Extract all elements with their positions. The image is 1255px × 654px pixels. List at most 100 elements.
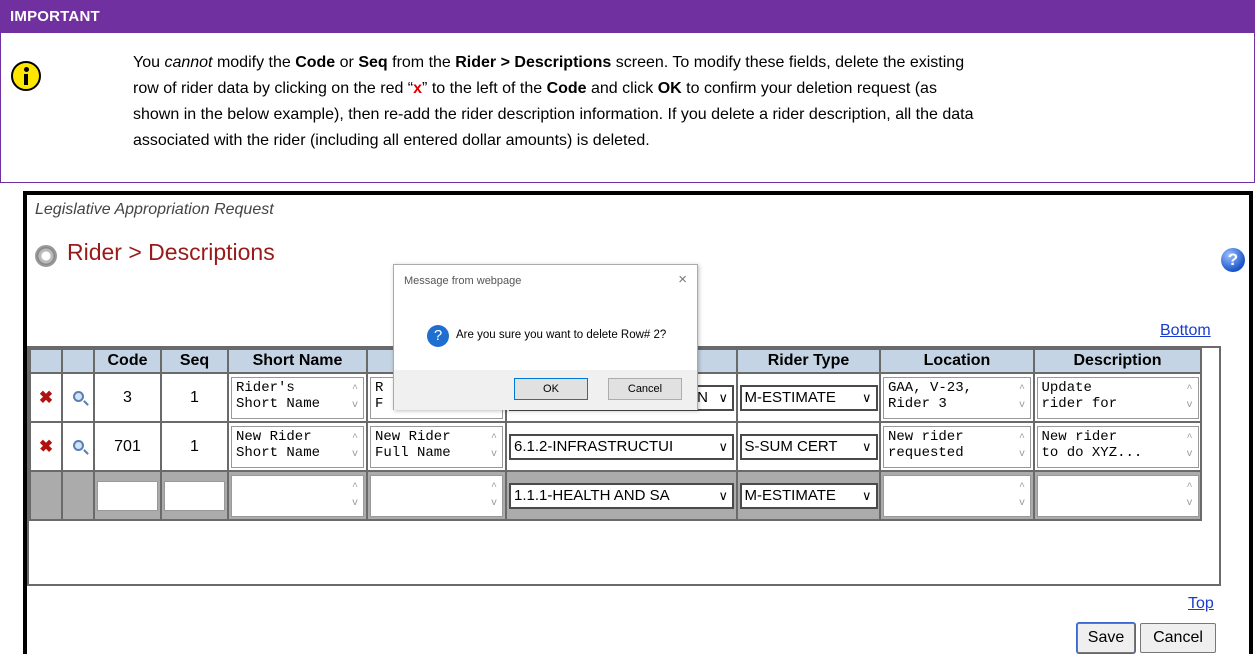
- dialog-message: Are you sure you want to delete Row# 2?: [456, 329, 667, 341]
- textarea-scroll[interactable]: ^ v: [1184, 382, 1196, 416]
- textarea-scroll[interactable]: ^ v: [1184, 431, 1196, 465]
- header-location: Location: [879, 348, 1035, 374]
- header-delete: [29, 348, 63, 374]
- callout-text-code: Code: [295, 54, 336, 71]
- new-strategy-select[interactable]: 1.1.1-HEALTH AND SA ∨: [509, 482, 734, 509]
- new-code-input[interactable]: [97, 480, 158, 511]
- textarea-scroll[interactable]: ^ v: [1016, 382, 1028, 416]
- textarea-scroll[interactable]: ^ v: [349, 431, 361, 465]
- new-seq-input[interactable]: [164, 480, 225, 511]
- callout-text-4: associated with the rider (including all…: [133, 132, 650, 149]
- textarea-scroll[interactable]: ^ v: [488, 431, 500, 465]
- new-short-name-cell: ^ v: [227, 470, 368, 521]
- callout-text-seq: Seq: [358, 54, 388, 71]
- strategy-select[interactable]: 6.1.2-INFRASTRUCTUI ∨: [509, 433, 734, 460]
- callout-text-3: shown in the below example), then re-add…: [133, 106, 974, 123]
- question-icon: ?: [427, 325, 449, 347]
- new-location-cell: ^ v: [879, 470, 1035, 521]
- seq-cell: 1: [160, 421, 229, 472]
- location-value: New rider requested: [888, 428, 964, 461]
- new-description-cell: ^ v: [1033, 470, 1202, 521]
- dialog-cancel-button[interactable]: Cancel: [608, 378, 682, 400]
- textarea-scroll[interactable]: ^ v: [1016, 480, 1028, 514]
- location-field[interactable]: New rider requested ^ v: [883, 425, 1031, 468]
- callout-text: You cannot modify the Code or Seq from t…: [133, 50, 1243, 154]
- cancel-button[interactable]: Cancel: [1140, 623, 1216, 653]
- full-name-value: New Rider Full Name: [375, 428, 451, 461]
- page-title: Rider > Descriptions: [67, 239, 275, 265]
- short-name-cell: New Rider Short Name ^ v: [227, 421, 368, 472]
- magnifier-icon[interactable]: [72, 439, 84, 451]
- description-field[interactable]: New rider to do XYZ... ^ v: [1036, 425, 1199, 468]
- new-short-name-field[interactable]: ^ v: [231, 474, 364, 517]
- new-row: ^ v ^ v 1.1.1-HEALTH AND SA ∨ M-ESTIMATE ∨…: [29, 470, 1202, 521]
- chevron-down-icon: ∨: [861, 438, 872, 454]
- short-name-value: Rider's Short Name: [236, 379, 321, 412]
- dialog-title: Message from webpage: [404, 275, 522, 287]
- short-name-cell: Rider's Short Name ^ v: [227, 372, 368, 423]
- callout-text-screen: Rider > Descriptions: [455, 54, 612, 71]
- full-name-field[interactable]: New Rider Full Name ^ v: [370, 425, 503, 468]
- close-icon[interactable]: ×: [678, 271, 687, 288]
- gear-icon: [35, 245, 57, 267]
- new-location-field[interactable]: ^ v: [883, 474, 1031, 517]
- delete-cell: ✖: [29, 421, 63, 472]
- new-strategy-cell: 1.1.1-HEALTH AND SA ∨: [505, 470, 738, 521]
- textarea-scroll[interactable]: ^ v: [1184, 480, 1196, 514]
- description-value: New rider to do XYZ...: [1041, 428, 1143, 461]
- callout-header: IMPORTANT: [1, 1, 1254, 33]
- seq-cell: 1: [160, 372, 229, 423]
- new-row-blank: [61, 470, 95, 521]
- chevron-down-icon: ∨: [718, 389, 728, 405]
- app-caption: Legislative Appropriation Request: [35, 201, 274, 218]
- new-rider-type-cell: M-ESTIMATE ∨: [736, 470, 881, 521]
- textarea-scroll[interactable]: ^ v: [488, 480, 500, 514]
- new-full-name-field[interactable]: ^ v: [370, 474, 503, 517]
- bottom-link[interactable]: Bottom: [1160, 322, 1211, 340]
- app-screenshot: Legislative Appropriation Request Rider …: [23, 191, 1253, 654]
- description-cell: New rider to do XYZ... ^ v: [1033, 421, 1202, 472]
- textarea-scroll[interactable]: ^ v: [1016, 431, 1028, 465]
- confirm-dialog: Message from webpage × ? Are you sure yo…: [393, 264, 698, 410]
- code-cell: 701: [93, 421, 162, 472]
- code-cell: 3: [93, 372, 162, 423]
- description-field[interactable]: Update rider for ^ v: [1036, 376, 1199, 419]
- callout-text-2a: row of rider data by clicking on the red…: [133, 80, 414, 97]
- rider-type-value: M-ESTIMATE: [744, 388, 836, 406]
- callout-text-em: cannot: [164, 54, 213, 71]
- help-icon[interactable]: ?: [1221, 248, 1245, 272]
- important-callout: IMPORTANT You cannot modify the Code or …: [0, 0, 1255, 183]
- dialog-footer: OK Cancel: [394, 370, 697, 410]
- new-strategy-value: 1.1.1-HEALTH AND SA: [514, 486, 670, 504]
- save-button[interactable]: Save: [1077, 623, 1135, 653]
- new-rider-type-value: M-ESTIMATE: [744, 486, 836, 504]
- callout-text-ok: OK: [657, 80, 682, 97]
- short-name-field[interactable]: Rider's Short Name ^ v: [231, 376, 364, 419]
- callout-red-x: x: [413, 80, 423, 97]
- new-description-field[interactable]: ^ v: [1036, 474, 1199, 517]
- new-seq-cell: [160, 470, 229, 521]
- rider-type-select[interactable]: S-SUM CERT ∨: [739, 433, 878, 460]
- location-field[interactable]: GAA, V-23, Rider 3 ^ v: [883, 376, 1031, 419]
- chevron-down-icon: ∨: [861, 487, 872, 503]
- short-name-field[interactable]: New Rider Short Name ^ v: [231, 425, 364, 468]
- view-cell: [61, 372, 95, 423]
- textarea-scroll[interactable]: ^ v: [349, 382, 361, 416]
- delete-cell: ✖: [29, 372, 63, 423]
- rider-type-cell: S-SUM CERT ∨: [736, 421, 881, 472]
- rider-type-select[interactable]: M-ESTIMATE ∨: [739, 384, 878, 411]
- top-link[interactable]: Top: [1188, 595, 1214, 613]
- header-short-name: Short Name: [227, 348, 368, 374]
- textarea-scroll[interactable]: ^ v: [349, 480, 361, 514]
- new-code-cell: [93, 470, 162, 521]
- new-row-blank: [29, 470, 63, 521]
- magnifier-icon[interactable]: [72, 390, 84, 402]
- callout-text-2d: to confirm your deletion request (as: [681, 80, 937, 97]
- info-icon: [11, 61, 41, 91]
- delete-icon[interactable]: ✖: [39, 388, 53, 408]
- ok-button[interactable]: OK: [514, 378, 588, 400]
- callout-text-2b: ” to the left of the: [422, 80, 547, 97]
- chevron-down-icon: ∨: [718, 438, 728, 454]
- header-description: Description: [1033, 348, 1202, 374]
- new-rider-type-select[interactable]: M-ESTIMATE ∨: [739, 482, 878, 509]
